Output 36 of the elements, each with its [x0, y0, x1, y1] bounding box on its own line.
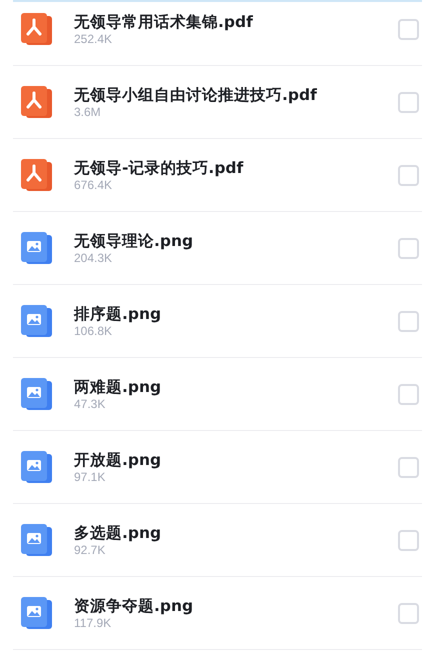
- file-name: 开放题.png: [74, 450, 162, 470]
- file-name: 无领导常用话术集锦.pdf: [74, 12, 254, 32]
- checkbox[interactable]: [398, 310, 419, 332]
- file-size: 117.9K: [74, 616, 112, 630]
- file-name: 无领导-记录的技巧.pdf: [74, 158, 244, 178]
- file-name: 资源争夺题.png: [74, 596, 194, 616]
- checkbox[interactable]: [398, 238, 419, 258]
- file-size: 47.3K: [74, 396, 106, 412]
- image-file-icon: [21, 451, 52, 483]
- file-name: 两难题.png: [74, 376, 162, 396]
- file-name: 无领导小组自由讨论推进技巧.pdf: [74, 84, 318, 104]
- file-size: 204.3K: [74, 250, 114, 266]
- checkbox[interactable]: [398, 456, 419, 478]
- image-file-icon: [21, 524, 52, 556]
- file-size: 92.7K: [74, 542, 106, 558]
- pdf-file-icon: [21, 159, 52, 191]
- checkbox[interactable]: [398, 92, 419, 112]
- checkbox[interactable]: [398, 530, 419, 550]
- file-size: 676.4K: [74, 178, 114, 192]
- file-size: 106.8K: [74, 324, 114, 338]
- file-size: 252.4K: [74, 32, 114, 46]
- image-file-icon: [21, 597, 52, 629]
- checkbox[interactable]: [398, 164, 419, 186]
- checkbox[interactable]: [398, 18, 419, 40]
- image-file-icon: [21, 232, 52, 264]
- image-file-icon: [21, 378, 52, 410]
- checkbox[interactable]: [398, 602, 419, 624]
- pdf-file-icon: [21, 13, 52, 45]
- file-name: 排序题.png: [74, 304, 162, 324]
- file-size: 3.6M: [74, 104, 102, 120]
- file-size: 97.1K: [74, 470, 106, 484]
- image-file-icon: [21, 305, 52, 337]
- file-name: 多选题.png: [74, 522, 162, 542]
- file-name: 无领导理论.png: [74, 230, 194, 250]
- checkbox[interactable]: [398, 384, 419, 404]
- pdf-file-icon: [21, 86, 52, 118]
